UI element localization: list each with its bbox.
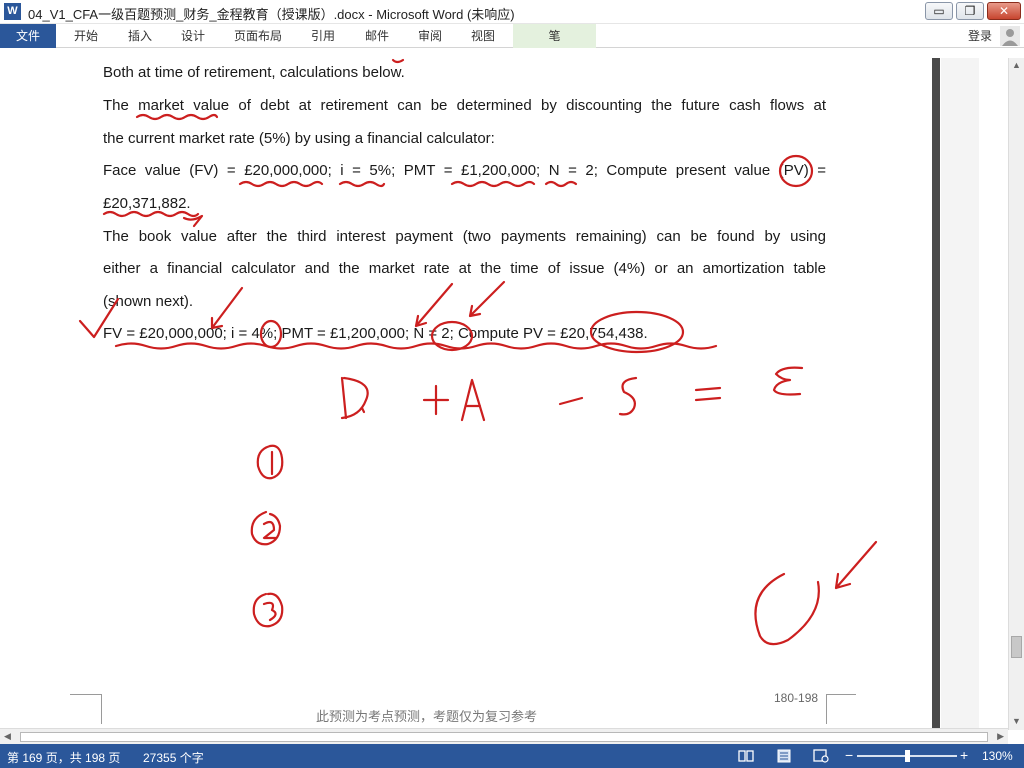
tab-design[interactable]: 设计 [181,24,205,48]
doc-line-5: £20,371,882. [103,195,191,212]
doc-line-2: The market value of debt at retirement c… [103,97,826,114]
horizontal-scroll-thumb[interactable] [20,732,988,742]
login-link[interactable]: 登录 [968,24,992,48]
word-count[interactable]: 27355 个字 [143,749,204,766]
doc-line-8: (shown next). [103,293,194,310]
word-app-icon[interactable]: W [4,3,21,20]
zoom-level[interactable]: 130% [982,749,1013,763]
doc-line-4: Face value (FV) = £20,000,000; i = 5%; P… [103,162,826,179]
title-bar: W 04_V1_CFA一级百题预测_财务_金程教育（授课版）.docx - Mi… [0,0,1024,24]
window-title: 04_V1_CFA一级百题预测_财务_金程教育（授课版）.docx - Micr… [28,7,515,22]
doc-line-1: Both at time of retirement, calculations… [103,64,405,81]
page-corner-mark-left [70,694,102,724]
status-bar: 第 169 页，共 198 页 27355 个字 − + 130% [0,744,1024,768]
scroll-left-icon[interactable]: ◀ [4,731,11,742]
tab-page-layout[interactable]: 页面布局 [234,24,282,48]
doc-line-7: either a financial calculator and the ma… [103,260,826,277]
page-count[interactable]: 第 169 页，共 198 页 [7,749,120,766]
tab-review[interactable]: 审阅 [418,24,442,48]
scroll-up-icon[interactable]: ▲ [1012,60,1021,70]
vertical-scroll-thumb[interactable] [1011,636,1022,658]
scroll-right-icon[interactable]: ▶ [997,731,1004,742]
print-layout-icon[interactable] [776,749,792,763]
tab-mailings[interactable]: 邮件 [365,24,389,48]
maximize-button[interactable]: ❐ [956,2,984,20]
page-edge-margin [941,58,979,728]
web-layout-icon[interactable] [813,749,829,763]
zoom-slider-thumb[interactable] [904,750,910,762]
doc-line-9: FV = £20,000,000; i = 4%; PMT = £1,200,0… [103,325,648,342]
tab-view[interactable]: 视图 [471,24,495,48]
ribbon-tabs: 文件 开始 插入 设计 页面布局 引用 邮件 审阅 视图 笔 登录 [0,24,1024,48]
scroll-down-icon[interactable]: ▼ [1012,716,1021,726]
doc-line-3: the current market rate (5%) by using a … [103,130,495,147]
horizontal-scrollbar[interactable]: ◀ ▶ [0,728,1008,744]
user-icon[interactable] [1000,26,1020,46]
tab-home[interactable]: 开始 [74,24,98,48]
vertical-scrollbar[interactable]: ▲ ▼ [1008,58,1024,730]
page-edge-bar [932,58,940,728]
page-corner-mark-right [826,694,856,724]
tab-pen[interactable]: 笔 [513,24,596,48]
minimize-button[interactable]: ▭ [925,2,953,20]
tab-insert[interactable]: 插入 [128,24,152,48]
read-mode-icon[interactable] [738,749,754,763]
close-button[interactable]: ✕ [987,2,1021,20]
footer-note: 此预测为考点预测，考题仅为复习参考 [316,709,538,724]
document-area[interactable]: Both at time of retirement, calculations… [0,48,1008,728]
zoom-out-button[interactable]: − [845,747,853,763]
doc-line-6: The book value after the third interest … [103,228,826,245]
zoom-in-button[interactable]: + [960,747,968,763]
page-range: 180-198 [774,691,819,705]
tab-file[interactable]: 文件 [0,24,56,48]
tab-references[interactable]: 引用 [311,24,335,48]
